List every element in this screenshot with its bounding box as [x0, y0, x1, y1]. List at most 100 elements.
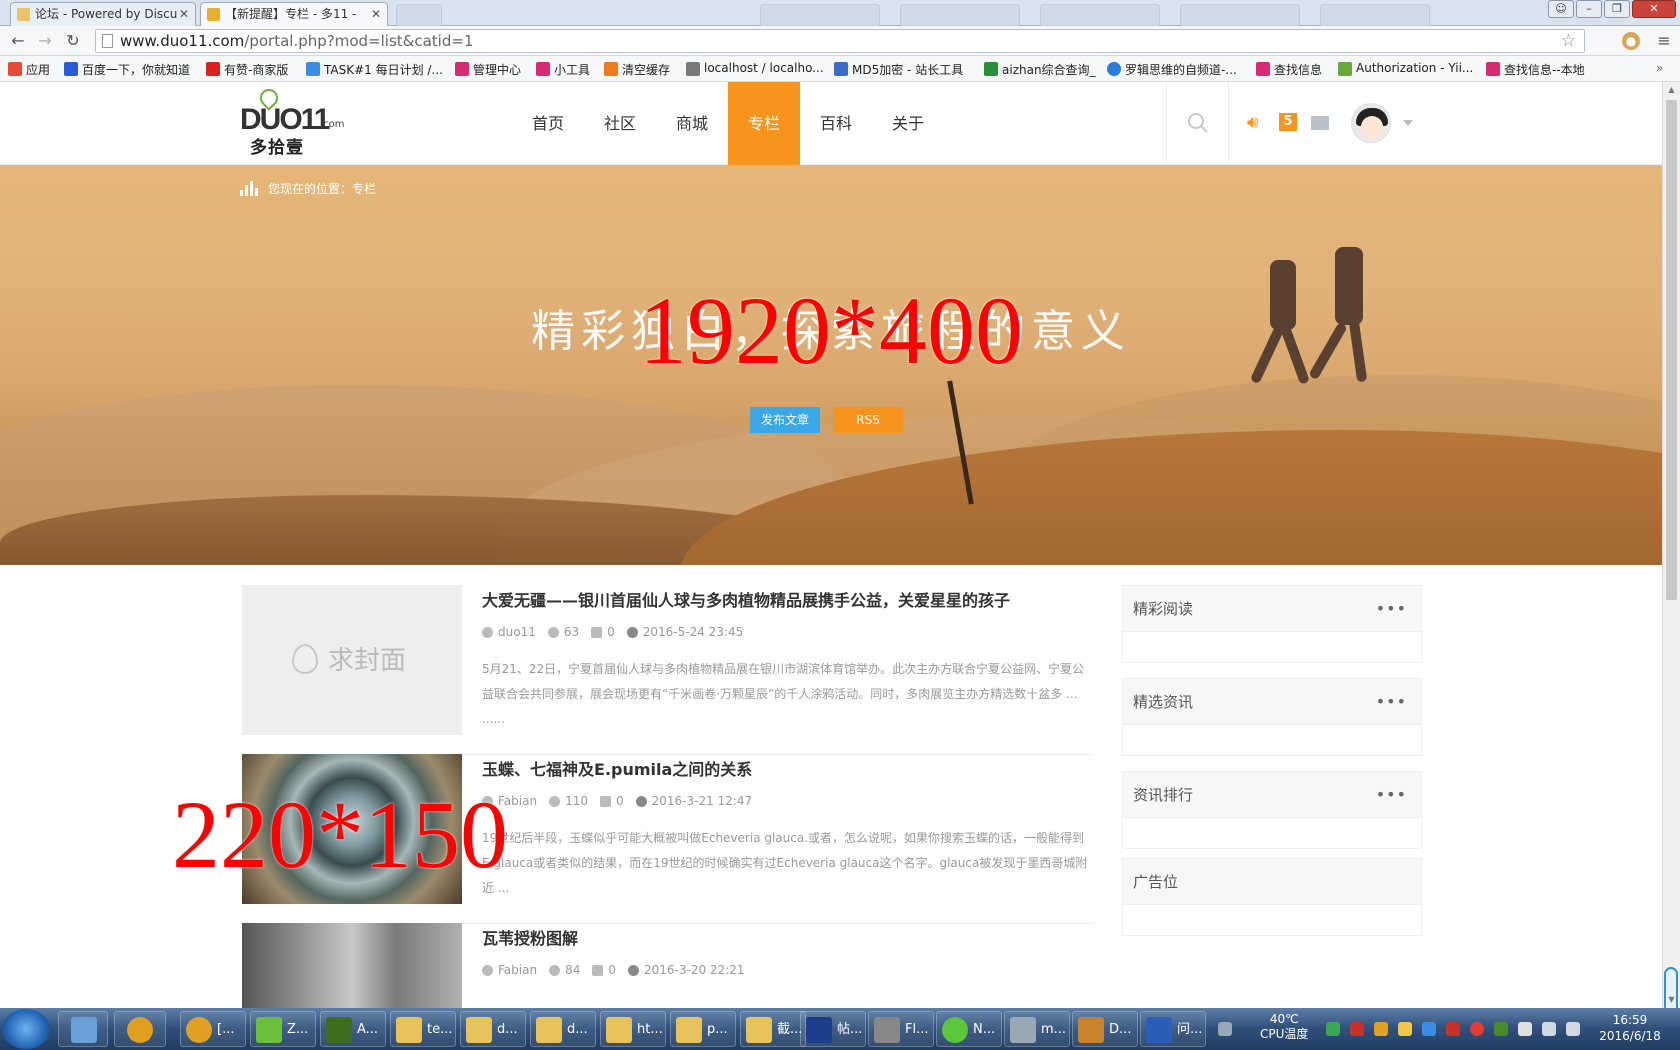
article-title[interactable]: 大爱无疆——银川首届仙人球与多肉植物精品展携手公益，关爱星星的孩子 — [482, 587, 1010, 611]
scroll-up-icon[interactable]: ▲ — [1663, 82, 1680, 98]
notice-count-badge[interactable]: 5 — [1279, 113, 1297, 131]
article-cover-image[interactable] — [242, 923, 462, 1008]
taskbar-item[interactable]: d... — [530, 1011, 596, 1047]
tray-app-icon[interactable] — [1446, 1022, 1460, 1036]
start-button[interactable] — [2, 1009, 50, 1049]
bookmark-item[interactable]: aizhan综合查询_ — [984, 61, 1096, 78]
article-author[interactable]: duo11 — [482, 625, 536, 639]
youzan-icon — [206, 62, 220, 76]
bookmark-item[interactable]: 查找信息--本地 — [1486, 61, 1585, 78]
nav-community[interactable]: 社区 — [584, 82, 656, 165]
header-divider — [1228, 82, 1229, 165]
maximize-icon[interactable]: ❐ — [1604, 0, 1630, 18]
nav-home[interactable]: 首页 — [512, 82, 584, 165]
bookmark-item[interactable]: localhost / localho... — [686, 61, 824, 76]
scroll-down-icon[interactable]: ▼ — [1663, 992, 1680, 1008]
bookmark-star-icon[interactable]: ☆ — [1561, 30, 1576, 52]
profile-icon[interactable]: ☺ — [1548, 0, 1574, 18]
nav-mall[interactable]: 商城 — [656, 82, 728, 165]
taskbar-item[interactable]: m... — [1004, 1011, 1070, 1047]
bookmark-item[interactable]: 小工具 — [536, 61, 590, 78]
taskbar-item[interactable]: te... — [390, 1011, 456, 1047]
article-excerpt: 5月21、22日，宁夏首届仙人球与多肉植物精品展在银川市湖滨体育馆举办。此次主办… — [482, 662, 1085, 726]
taskbar-item[interactable]: Z... — [250, 1011, 316, 1047]
page-scrollbar[interactable]: ▲ ▼ — [1662, 82, 1680, 1032]
close-window-icon[interactable]: ✕ — [1632, 0, 1676, 18]
browser-tab[interactable]: 论坛 - Powered by Discu ✕ — [10, 2, 196, 26]
close-tab-icon[interactable]: ✕ — [179, 3, 189, 25]
minimize-icon[interactable]: – — [1576, 0, 1602, 18]
widget-news-ranking: 资讯排行 ••• — [1122, 771, 1422, 849]
menu-icon[interactable]: ≡ — [1654, 31, 1674, 51]
article-title[interactable]: 瓦苇授粉图解 — [482, 925, 578, 949]
tray-app-icon[interactable] — [1494, 1022, 1508, 1036]
address-bar[interactable]: www.duo11.com/portal.php?mod=list&catid=… — [95, 29, 1585, 53]
bookmark-item[interactable]: Authorization - Yii... — [1338, 61, 1473, 76]
network-icon[interactable] — [1542, 1022, 1556, 1036]
eye-icon — [549, 965, 561, 976]
forward-icon[interactable]: → — [35, 31, 55, 51]
rss-button[interactable]: RSS — [833, 407, 903, 433]
bookmark-item[interactable]: 清空缓存 — [604, 61, 670, 78]
bookmark-item[interactable]: 管理中心 — [455, 61, 521, 78]
article-author[interactable]: Fabian — [482, 963, 537, 977]
keyboard-icon[interactable] — [1218, 1022, 1232, 1036]
speaker-icon[interactable]: 🔊︎ — [1247, 113, 1269, 133]
taskbar-item[interactable]: 截... — [740, 1011, 806, 1047]
browser-tab-active[interactable]: 【新提醒】专栏 - 多11 - ✕ — [200, 2, 388, 27]
nav-wiki[interactable]: 百科 — [800, 82, 872, 165]
taskbar-item[interactable]: 问... — [1140, 1011, 1206, 1047]
article-title[interactable]: 玉蝶、七福神及E.pumila之间的关系 — [482, 756, 752, 780]
taskbar-item[interactable]: 帖... — [800, 1011, 866, 1047]
taskbar-item[interactable]: d... — [460, 1011, 526, 1047]
tray-app-icon[interactable] — [1398, 1022, 1412, 1036]
bookmark-item[interactable]: MD5加密 - 站长工具 — [834, 61, 963, 78]
close-tab-icon[interactable]: ✕ — [371, 3, 381, 25]
bookmark-item[interactable]: TASK#1 每日计划 /... — [306, 61, 443, 78]
taskbar-item[interactable]: Fl... — [868, 1011, 934, 1047]
search-icon[interactable] — [1187, 112, 1209, 134]
back-icon[interactable]: ← — [8, 31, 28, 51]
bookmark-apps[interactable]: 应用 — [8, 61, 50, 78]
bookmark-item[interactable]: 有赞-商家版 — [206, 61, 288, 78]
user-avatar[interactable] — [1351, 103, 1391, 143]
bookmark-item[interactable]: 罗辑思维的自频道-... — [1107, 61, 1237, 78]
mail-icon[interactable] — [1311, 116, 1329, 130]
taskbar-item[interactable]: [... — [180, 1011, 246, 1047]
article-cover-placeholder[interactable]: 求封面 — [242, 585, 462, 735]
more-icon[interactable]: ••• — [1376, 772, 1407, 818]
flag-icon[interactable] — [1518, 1022, 1532, 1036]
shield-icon[interactable] — [1422, 1022, 1436, 1036]
phpmyadmin-icon — [686, 62, 700, 76]
new-tab-button[interactable] — [396, 4, 442, 26]
reload-icon[interactable]: ↻ — [63, 31, 83, 51]
taskbar-item[interactable]: A... — [320, 1011, 386, 1047]
chevron-down-icon[interactable] — [1403, 120, 1413, 126]
cookie-extension-icon[interactable]: ● — [1622, 32, 1640, 50]
scrollbar-thumb[interactable] — [1666, 100, 1677, 600]
window-tab-ghost — [900, 4, 1020, 26]
taskbar-item[interactable] — [114, 1011, 166, 1047]
nav-column[interactable]: 专栏 — [728, 82, 800, 165]
taskbar-item[interactable]: ht... — [600, 1011, 666, 1047]
system-clock[interactable]: 16:59 2016/6/18 — [1588, 1012, 1672, 1044]
bookmarks-overflow-icon[interactable]: » — [1656, 61, 1663, 75]
more-icon[interactable]: ••• — [1376, 586, 1407, 632]
nav-about[interactable]: 关于 — [872, 82, 944, 165]
bookmark-label: aizhan综合查询_ — [1002, 63, 1096, 77]
bookmark-item[interactable]: 百度一下，你就知道 — [64, 61, 190, 78]
tray-app-icon[interactable] — [1470, 1022, 1484, 1036]
taskbar-item[interactable] — [58, 1011, 108, 1047]
more-icon[interactable]: ••• — [1376, 679, 1407, 725]
tray-app-icon[interactable] — [1374, 1022, 1388, 1036]
volume-icon[interactable] — [1566, 1022, 1580, 1036]
tray-app-icon[interactable] — [1350, 1022, 1364, 1036]
bookmark-item[interactable]: 查找信息 — [1256, 61, 1322, 78]
taskbar-item[interactable]: D... — [1072, 1011, 1138, 1047]
post-article-button[interactable]: 发布文章 — [750, 407, 820, 433]
taskbar-item[interactable]: p... — [670, 1011, 736, 1047]
bookmark-label: 管理中心 — [473, 63, 522, 77]
site-logo[interactable]: DUO11 .com 多拾壹 — [240, 85, 350, 158]
taskbar-item[interactable]: N... — [936, 1011, 1002, 1047]
tray-app-icon[interactable] — [1326, 1022, 1340, 1036]
